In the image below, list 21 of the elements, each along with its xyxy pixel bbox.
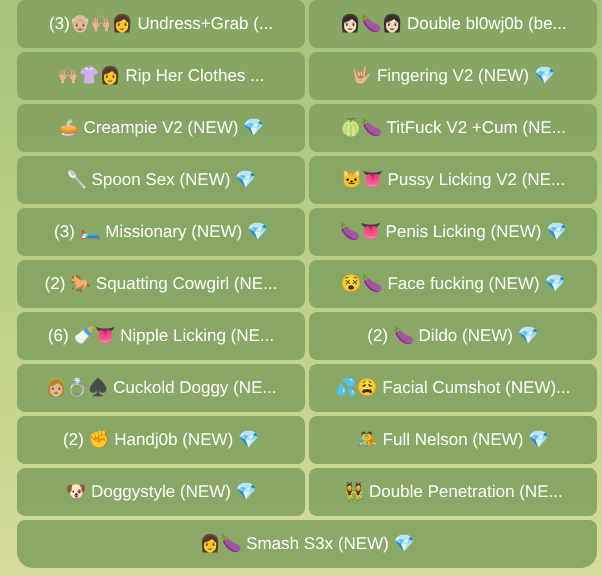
keyboard-button[interactable]: 👩🏼💍♠ Cuckold Doggy (NE... (17, 364, 305, 412)
keyboard-button[interactable]: 🙌🏼👚👩 Rip Her Clothes ... (17, 52, 305, 100)
keyboard-button[interactable]: 👩🏻🍆👩🏻 Double bl0wj0b (be... (309, 0, 597, 48)
keyboard-button[interactable]: 👯 Double Penetration (NE... (309, 468, 597, 516)
keyboard-button[interactable]: (6) 🍼👅 Nipple Licking (NE... (17, 312, 305, 360)
keyboard-button[interactable]: 🍆👅 Penis Licking (NEW) 💎 (309, 208, 597, 256)
keyboard-button[interactable]: (3) 🛏 Missionary (NEW) 💎 (17, 208, 305, 256)
keyboard-button[interactable]: 🤟🏼 Fingering V2 (NEW) 💎 (309, 52, 597, 100)
keyboard-button[interactable]: 😵🍆 Face fucking (NEW) 💎 (309, 260, 597, 308)
keyboard-button[interactable]: 💦😩 Facial Cumshot (NEW)... (309, 364, 597, 412)
keyboard-button[interactable]: (3)👴🏼🙌🏼👩 Undress+Grab (... (17, 0, 305, 48)
keyboard-button[interactable]: (2) 🐎 Squatting Cowgirl (NE... (17, 260, 305, 308)
keyboard-button[interactable]: 🍈🍆 TitFuck V2 +Cum (NE... (309, 104, 597, 152)
keyboard-button[interactable]: 🐶 Doggystyle (NEW) 💎 (17, 468, 305, 516)
keyboard-button[interactable]: 🥧 Creampie V2 (NEW) 💎 (17, 104, 305, 152)
keyboard-button[interactable]: (2) ✊ Handj0b (NEW) 💎 (17, 416, 305, 464)
keyboard-button[interactable]: 🤼 Full Nelson (NEW) 💎 (309, 416, 597, 464)
keyboard-button[interactable]: 🥄 Spoon Sex (NEW) 💎 (17, 156, 305, 204)
keyboard-button[interactable]: 🐱👅 Pussy Licking V2 (NE... (309, 156, 597, 204)
keyboard-button[interactable]: 👩🍆 Smash S3x (NEW) 💎 (17, 520, 597, 568)
keyboard-button[interactable]: (2) 🍆 Dildo (NEW) 💎 (309, 312, 597, 360)
